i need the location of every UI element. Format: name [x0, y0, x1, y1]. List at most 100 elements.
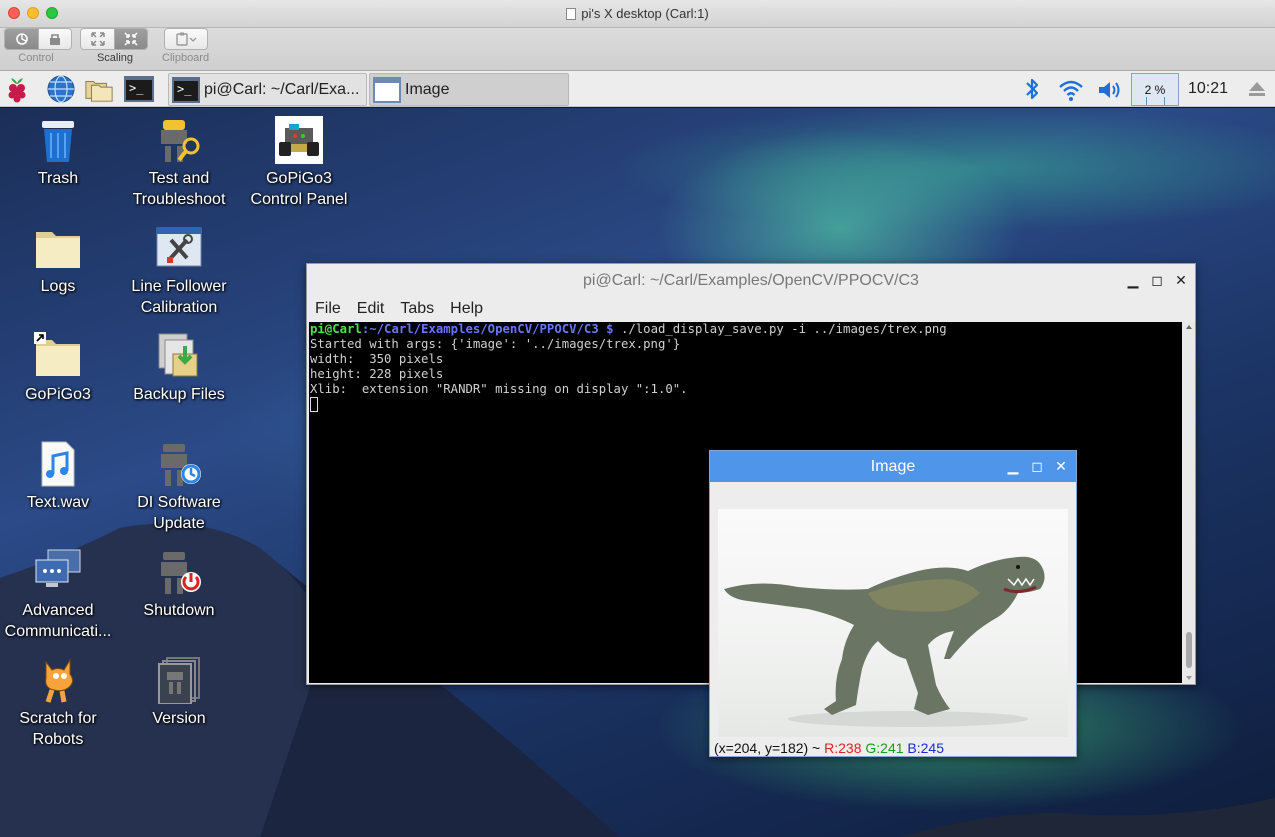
network-icon [35, 549, 81, 587]
maximize-icon[interactable]: ◻ [1029, 458, 1045, 474]
terminal-icon: >_ [124, 76, 154, 102]
desktop-icon-test-troubleshoot[interactable]: Test and Troubleshoot [120, 116, 238, 210]
image-status-bar: (x=204, y=182) ~ R:238 G:241 B:245 [714, 740, 944, 756]
scratch-cat-icon [45, 658, 74, 703]
terminal-line: Xlib: extension "RANDR" missing on displ… [310, 382, 688, 396]
document-icon [566, 8, 577, 20]
image-window-title: Image [870, 458, 916, 475]
vnc-window-titlebar: pi's X desktop (Carl:1) [0, 0, 1275, 28]
control-label: Control [18, 52, 54, 64]
folder-icon [36, 232, 80, 268]
control-pointer-button[interactable] [5, 29, 38, 49]
image-window[interactable]: Image ▁ ◻ ✕ (x=204, y=182) ~ R:238 G:241… [709, 450, 1077, 757]
desktop-icon-gopigo3[interactable]: GoPiGo3 [0, 332, 117, 405]
terminal-line: pi@Carl:~/Carl/Examples/OpenCV/PPOCV/C3 … [310, 322, 1182, 337]
terminal-titlebar[interactable]: pi@Carl: ~/Carl/Examples/OpenCV/PPOCV/C3… [307, 264, 1195, 297]
version-icon [158, 657, 200, 705]
clipboard-label: Clipboard [162, 52, 210, 64]
desktop-icon-gopigo3-control-panel[interactable]: GoPiGo3 Control Panel [240, 116, 358, 210]
keyboard-lock-icon [50, 34, 60, 45]
cursor-coordinates: (x=204, y=182) ~ [714, 740, 821, 756]
desktop-icon-advanced-communication[interactable]: Advanced Communicati... [0, 548, 117, 642]
terminal-title: pi@Carl: ~/Carl/Examples/OpenCV/PPOCV/C3 [583, 272, 919, 289]
terminal-line [310, 397, 1182, 413]
scroll-up-icon[interactable] [1183, 322, 1195, 332]
pixel-green-value: G:241 [865, 740, 904, 756]
music-file-icon [41, 441, 75, 487]
terminal-line: Started with args: {'image': '../images/… [310, 337, 681, 351]
image-window-icon [373, 76, 401, 103]
desktop-icon-text-wav[interactable]: Text.wav [0, 440, 117, 513]
control-keyboard-button[interactable] [38, 29, 71, 49]
vnc-toolbar: Control Scaling Clipboard [0, 28, 1275, 71]
menu-help[interactable]: Help [450, 297, 483, 321]
terminal-menubar: File Edit Tabs Help [307, 297, 1195, 321]
terminal-launcher[interactable]: >_ [124, 74, 154, 104]
desktop-icon-backup-files[interactable]: Backup Files [120, 332, 238, 405]
folders-icon [85, 81, 113, 102]
terminal-line: width: 350 pixels [310, 352, 444, 366]
scaling-expand-button[interactable] [81, 29, 114, 49]
close-icon[interactable]: ✕ [1173, 272, 1189, 288]
terminal-line: height: 228 pixels [310, 367, 444, 381]
image-titlebar[interactable]: Image ▁ ◻ ✕ [710, 451, 1076, 482]
minimize-icon[interactable]: ▁ [1005, 458, 1021, 474]
clipboard-icon [176, 32, 197, 46]
desktop-icon-version[interactable]: Version [120, 656, 238, 729]
backup-icon [158, 333, 198, 377]
scrollbar-thumb[interactable] [1186, 632, 1192, 668]
volume-icon[interactable] [1096, 78, 1124, 102]
terminal-command: ./load_display_save.py -i ../images/trex… [613, 322, 947, 336]
shrink-arrows-icon [124, 32, 138, 46]
prompt-path: :~/Carl/Examples/OpenCV/PPOCV/C3 $ [361, 322, 614, 336]
menu-edit[interactable]: Edit [357, 297, 385, 321]
software-update-icon [161, 444, 201, 486]
close-icon[interactable]: ✕ [1053, 458, 1069, 474]
raspberry-menu-button[interactable] [2, 74, 32, 104]
taskbar-panel: >_ >_ pi@Carl: ~/Carl/Exa... Image 2 % 1… [0, 71, 1275, 107]
maximize-icon[interactable]: ◻ [1149, 272, 1165, 288]
terminal-scrollbar[interactable] [1183, 322, 1195, 683]
wifi-icon[interactable] [1057, 78, 1085, 102]
clipboard-button[interactable] [165, 29, 207, 49]
menu-tabs[interactable]: Tabs [400, 297, 434, 321]
test-troubleshoot-icon [161, 120, 200, 162]
scaling-fit-button[interactable] [114, 29, 147, 49]
menu-file[interactable]: File [315, 297, 341, 321]
trash-icon [42, 121, 74, 162]
taskbar-item-label: Image [405, 80, 450, 98]
pixel-blue-value: B:245 [907, 740, 945, 756]
trex-image [724, 556, 1045, 727]
desktop-icon-shutdown[interactable]: Shutdown [120, 548, 238, 621]
file-manager-launcher[interactable] [84, 74, 114, 104]
scaling-label: Scaling [96, 52, 134, 64]
desktop-icon-logs[interactable]: Logs [0, 224, 117, 297]
eject-icon[interactable] [1247, 79, 1267, 99]
taskbar-item-label: pi@Carl: ~/Carl/Exa... [204, 80, 360, 98]
desktop-icon-scratch-for-robots[interactable]: Scratch for Robots [0, 656, 117, 750]
clipboard-group: Clipboard [162, 28, 210, 71]
pixel-red-value: R:238 [824, 740, 862, 756]
expand-arrows-icon [90, 32, 105, 46]
scaling-group: Scaling [80, 28, 150, 71]
pointer-icon [15, 33, 28, 45]
cpu-monitor[interactable]: 2 % [1131, 73, 1179, 106]
tools-icon [156, 227, 202, 267]
text-cursor [310, 397, 318, 412]
folder-shortcut-icon [34, 332, 80, 376]
gopigo3-robot-icon [275, 116, 323, 164]
desktop-icon-trash[interactable]: Trash [0, 116, 117, 189]
minimize-icon[interactable]: ▁ [1125, 272, 1141, 288]
web-browser-launcher[interactable] [46, 74, 76, 104]
clock[interactable]: 10:21 [1188, 80, 1228, 98]
globe-icon [47, 75, 75, 103]
shutdown-icon [161, 552, 201, 594]
image-canvas[interactable] [718, 509, 1068, 737]
terminal-icon: >_ [172, 76, 200, 103]
desktop-icon-di-software-update[interactable]: DI Software Update [120, 440, 238, 534]
bluetooth-icon[interactable] [1021, 77, 1043, 101]
desktop-icon-line-follower-calibration[interactable]: Line Follower Calibration [120, 224, 238, 318]
taskbar-item-image[interactable]: Image [369, 73, 569, 106]
taskbar-item-terminal[interactable]: >_ pi@Carl: ~/Carl/Exa... [168, 73, 367, 106]
scroll-down-icon[interactable] [1183, 673, 1195, 683]
